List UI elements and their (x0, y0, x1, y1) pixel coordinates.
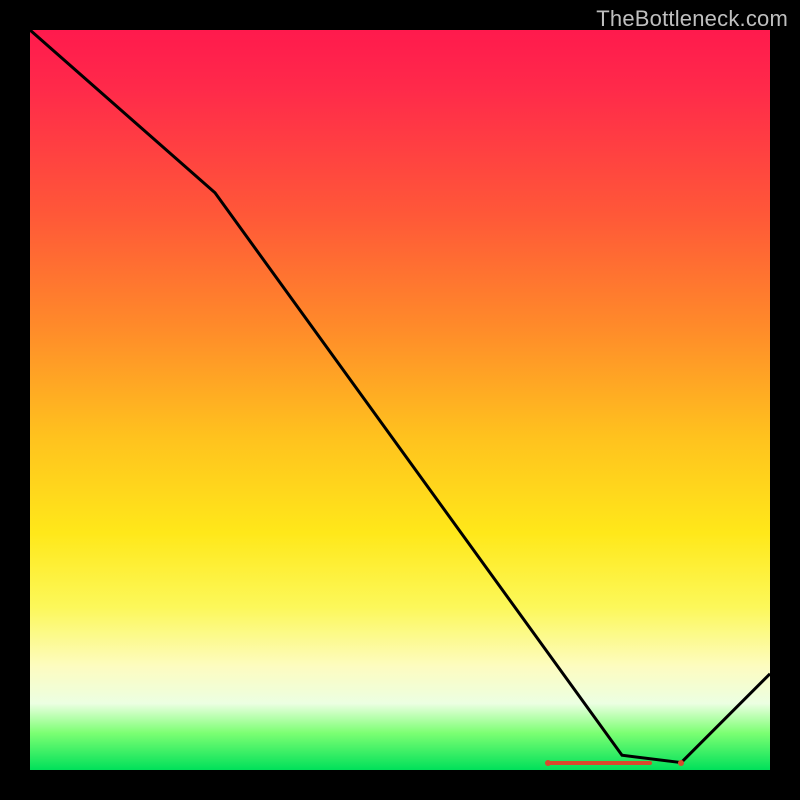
data-curve (30, 30, 770, 763)
marker-dot-1 (678, 760, 684, 766)
watermark-text: TheBottleneck.com (596, 6, 788, 32)
chart-stage: TheBottleneck.com (0, 0, 800, 800)
marker-dot-0 (545, 760, 551, 766)
marker-bar (548, 761, 652, 765)
plot-area (30, 30, 770, 770)
line-overlay-svg (30, 30, 770, 770)
